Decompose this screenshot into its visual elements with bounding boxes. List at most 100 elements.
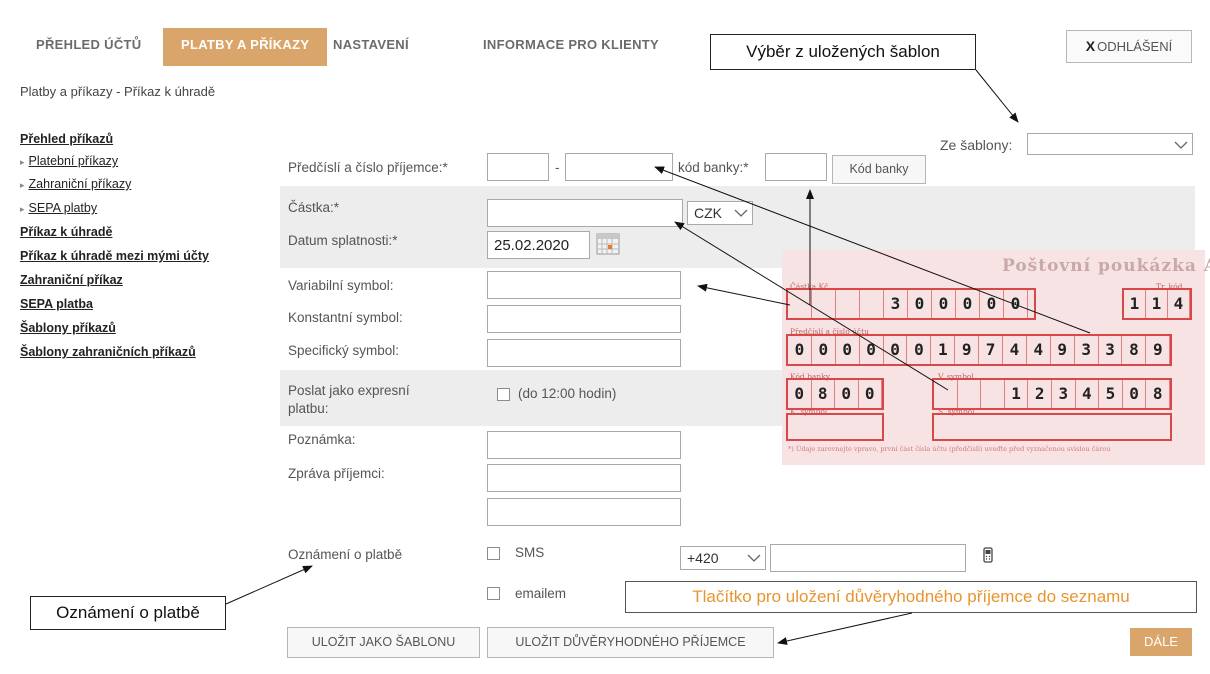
next-button[interactable]: DÁLE — [1130, 628, 1192, 656]
save-trusted-recipient-button[interactable]: ULOŽIT DŮVĚRYHODNÉHO PŘÍJEMCE — [487, 627, 774, 658]
callout-template: Výběr z uložených šablon — [710, 34, 976, 70]
express-checkbox[interactable] — [497, 388, 510, 401]
code-digits-row: 114 — [1124, 290, 1190, 318]
postal-digit: 0 — [1004, 290, 1028, 318]
recipient-prefix-input[interactable] — [487, 153, 549, 181]
calendar-icon[interactable] — [596, 233, 620, 255]
express-label: Poslat jako expresní — [288, 383, 410, 398]
sidebar-item-platebni-prikazy[interactable]: ▸ Platební příkazy — [20, 154, 118, 168]
bank-code-button[interactable]: Kód banky — [832, 155, 926, 184]
postal-digit: 0 — [884, 336, 908, 364]
postal-digit: 3 — [1075, 336, 1099, 364]
due-date-label: Datum splatnosti:* — [288, 233, 398, 248]
sidebar-item-zahranicni-prikaz[interactable]: Zahraniční příkaz — [20, 273, 123, 287]
bank-digits-row: 0800 — [788, 380, 882, 408]
amount-digits-row: 300000 — [788, 290, 1028, 318]
tab-informace-pro-klienty[interactable]: INFORMACE PRO KLIENTY — [465, 28, 677, 66]
mobile-phone-icon — [983, 547, 993, 563]
chevron-down-icon — [1174, 141, 1188, 149]
postal-digit: 0 — [956, 290, 980, 318]
logout-button[interactable]: X ODHLÁŠENÍ — [1066, 30, 1192, 63]
phone-prefix-select[interactable]: +420 — [680, 546, 766, 570]
specific-symbol-input[interactable] — [487, 339, 681, 367]
email-checkbox[interactable] — [487, 587, 500, 600]
bank-code-label: kód banky:* — [678, 160, 749, 175]
postal-order-illustration: Poštovní poukázka A Částka Kč 300000 Tr.… — [782, 250, 1210, 465]
due-date-input[interactable] — [487, 231, 590, 259]
sms-label: SMS — [515, 545, 545, 560]
postal-digit — [860, 290, 884, 318]
recipient-separator: - — [555, 160, 560, 175]
sidebar-item-prikaz-mezi-ucty[interactable]: Příkaz k úhradě mezi mými účty — [20, 249, 209, 263]
postal-digit — [934, 380, 958, 408]
sidebar-item-label: Zahraniční příkaz — [20, 273, 123, 287]
note-input[interactable] — [487, 431, 681, 459]
code-box: 114 — [1122, 288, 1192, 320]
vs-digits-row: 1234508 — [934, 380, 1170, 408]
postal-digit: 9 — [1051, 336, 1075, 364]
postal-digit: 0 — [859, 380, 882, 408]
postal-digit: 5 — [1099, 380, 1123, 408]
postal-digit: 1 — [931, 336, 956, 364]
sidebar-item-prikaz-k-uhrade[interactable]: Příkaz k úhradě — [20, 225, 112, 239]
sidebar-item-label: Příkaz k úhradě mezi mými účty — [20, 249, 209, 263]
close-icon: X — [1085, 38, 1096, 54]
postal-digit: 0 — [788, 336, 812, 364]
postal-digit: 4 — [1076, 380, 1100, 408]
postal-digit: 1 — [1124, 290, 1146, 318]
postal-order-title: Poštovní poukázka A — [1002, 256, 1210, 276]
bank-box: 0800 — [786, 378, 884, 410]
sidebar-item-sablony-zahranicnich[interactable]: Šablony zahraničních příkazů — [20, 345, 196, 359]
phone-input[interactable] — [770, 544, 966, 572]
variable-symbol-input[interactable] — [487, 271, 681, 299]
sms-checkbox[interactable] — [487, 547, 500, 560]
postal-digit: 3 — [1099, 336, 1123, 364]
tab-platby-a-prikazy[interactable]: PLATBY A PŘÍKAZY — [163, 28, 328, 66]
postal-digit: 7 — [979, 336, 1004, 364]
postal-digit — [788, 290, 812, 318]
tab-nastaveni[interactable]: NASTAVENÍ — [315, 28, 427, 66]
postal-digit: 8 — [1146, 380, 1170, 408]
constant-symbol-input[interactable] — [487, 305, 681, 333]
message-input-line1[interactable] — [487, 464, 681, 492]
sidebar-item-prehled-prikazu[interactable]: Přehled příkazů — [20, 132, 113, 146]
sidebar-item-label: SEPA platby — [28, 201, 98, 215]
postal-digit: 4 — [1168, 290, 1190, 318]
postal-digit: 0 — [932, 290, 956, 318]
save-template-button[interactable]: ULOŽIT JAKO ŠABLONU — [287, 627, 480, 658]
express-note: (do 12:00 hodin) — [518, 386, 617, 401]
template-label: Ze šablony: — [940, 137, 1013, 153]
sidebar-item-sablony-prikazu[interactable]: Šablony příkazů — [20, 321, 116, 335]
tab-prehled-uctu[interactable]: PŘEHLED ÚČTŮ — [18, 28, 159, 66]
postal-digit: 9 — [955, 336, 980, 364]
callout-notification: Oznámení o platbě — [30, 596, 226, 630]
chevron-down-icon — [734, 209, 748, 217]
sidebar-item-label: SEPA platba — [20, 297, 93, 311]
variable-symbol-label: Variabilní symbol: — [288, 278, 394, 293]
bank-code-input[interactable] — [765, 153, 827, 181]
template-select[interactable] — [1027, 133, 1193, 155]
bullet-icon: ▸ — [20, 204, 25, 214]
specific-symbol-label: Specifický symbol: — [288, 343, 400, 358]
chevron-down-icon — [747, 554, 761, 562]
recipient-label: Předčíslí a číslo příjemce:* — [288, 160, 448, 175]
currency-select[interactable]: CZK — [687, 201, 753, 225]
amount-input[interactable] — [487, 199, 683, 227]
postal-digit: 0 — [980, 290, 1004, 318]
note-label: Poznámka: — [288, 432, 356, 447]
postal-digit: 4 — [1003, 336, 1027, 364]
logout-label: ODHLÁŠENÍ — [1097, 39, 1173, 54]
sidebar-item-sepa-platby[interactable]: ▸ SEPA platby — [20, 201, 97, 215]
sidebar-item-label: Příkaz k úhradě — [20, 225, 113, 239]
bullet-icon: ▸ — [20, 180, 25, 190]
postal-digit: 3 — [1052, 380, 1076, 408]
message-label: Zpráva příjemci: — [288, 466, 385, 481]
message-input-line2[interactable] — [487, 498, 681, 526]
sidebar-item-label: Platební příkazy — [28, 154, 119, 168]
postal-digit: 2 — [1028, 380, 1052, 408]
recipient-number-input[interactable] — [565, 153, 673, 181]
postal-digit: 0 — [812, 336, 836, 364]
postal-digit: 1 — [1005, 380, 1029, 408]
sidebar-item-sepa-platba[interactable]: SEPA platba — [20, 297, 93, 311]
sidebar-item-zahranicni-prikazy[interactable]: ▸ Zahraniční příkazy — [20, 177, 131, 191]
